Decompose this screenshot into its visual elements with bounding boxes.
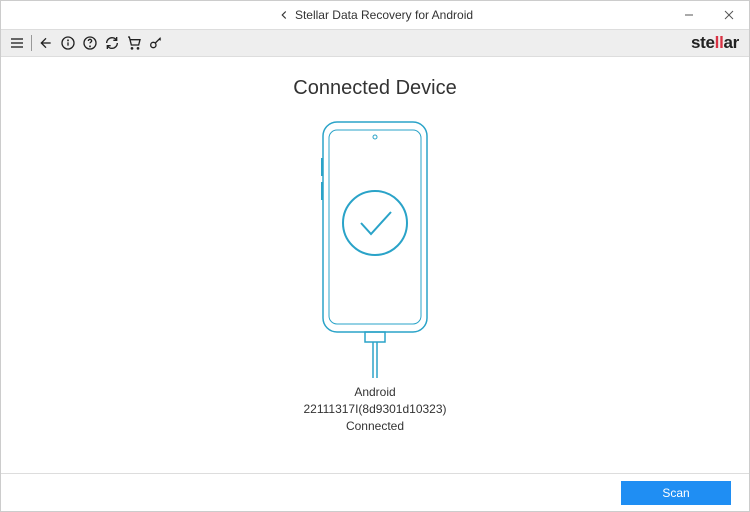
toolbar: stellar [1, 29, 749, 57]
device-id: 22111317I(8d9301d10323) [303, 401, 446, 418]
main-content: Connected Device Android 22111317I(8d930… [1, 57, 749, 473]
phone-illustration: Android 22111317I(8d9301d10323) Connecte… [303, 118, 446, 434]
key-icon[interactable] [146, 33, 166, 53]
toolbar-separator [31, 35, 32, 51]
menu-icon[interactable] [7, 33, 27, 53]
info-icon[interactable] [58, 33, 78, 53]
device-name: Android [303, 384, 446, 401]
device-status: Connected [303, 418, 446, 435]
scan-button[interactable]: Scan [621, 481, 731, 505]
cart-icon[interactable] [124, 33, 144, 53]
window-title: Stellar Data Recovery for Android [295, 8, 473, 22]
brand-logo: stellar [691, 33, 743, 53]
minimize-button[interactable] [669, 1, 709, 29]
back-icon[interactable] [36, 33, 56, 53]
page-title: Connected Device [293, 77, 456, 100]
app-back-icon [277, 8, 291, 22]
device-info: Android 22111317I(8d9301d10323) Connecte… [303, 384, 446, 434]
window-titlebar: Stellar Data Recovery for Android [1, 1, 749, 29]
help-icon[interactable] [80, 33, 100, 53]
close-button[interactable] [709, 1, 749, 29]
footer: Scan [1, 473, 749, 511]
refresh-icon[interactable] [102, 33, 122, 53]
phone-icon [305, 118, 445, 378]
